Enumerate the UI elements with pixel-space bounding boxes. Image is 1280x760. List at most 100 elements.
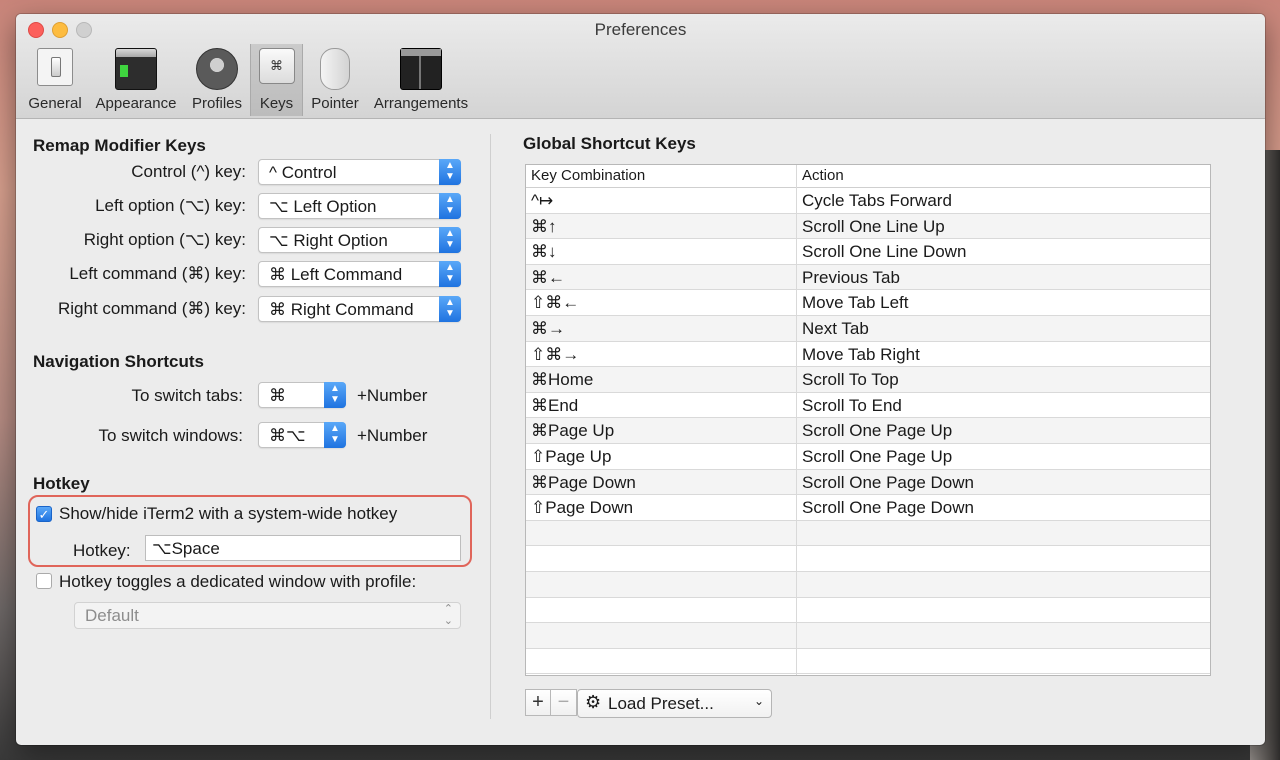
show-hide-checkbox[interactable]: ✓ <box>36 506 52 522</box>
key-combination-cell: ⌘Page Up <box>531 421 615 441</box>
popup-value: ⌘ Right Command <box>269 300 414 319</box>
add-shortcut-button[interactable]: + <box>525 689 551 716</box>
toolbar-label: Arrangements <box>373 95 469 112</box>
table-row[interactable]: ⌘Page Down Scroll One Page Down <box>526 469 1210 496</box>
popup-value: ⌘ Left Command <box>269 265 403 284</box>
right-command-label: Right command (⌘) key: <box>58 299 246 318</box>
hotkey-heading: Hotkey <box>33 474 90 493</box>
empty-table-row[interactable] <box>526 598 1210 624</box>
toolbar-pointer[interactable]: Pointer <box>306 44 364 116</box>
pointer-mouse-icon <box>320 48 350 90</box>
table-row[interactable]: ⌘Page Up Scroll One Page Up <box>526 418 1210 444</box>
toolbar-label: Keys <box>259 95 294 112</box>
stepper-icon: ▲ ▼ <box>439 261 461 287</box>
table-header: Key Combination Action <box>526 165 1210 188</box>
profiles-icon <box>196 48 238 90</box>
popup-value: ⌥ Right Option <box>269 231 388 250</box>
control-key-popup[interactable]: ^ Control ▲ ▼ <box>258 159 461 185</box>
key-combination-cell: ⌘Home <box>531 370 594 390</box>
stepper-icon: ▲ ▼ <box>439 227 461 253</box>
stepper-icon: ▲ ▼ <box>439 193 461 219</box>
show-hide-label: Show/hide iTerm2 with a system-wide hotk… <box>59 504 398 523</box>
arrangements-icon <box>400 48 442 90</box>
empty-table-row[interactable] <box>526 546 1210 572</box>
keys-icon: ⌘ <box>258 48 295 84</box>
action-cell: Next Tab <box>802 319 869 338</box>
toolbar-label: Pointer <box>311 95 359 112</box>
key-combination-cell: ⌘↑ <box>531 216 557 236</box>
right-option-label: Right option (⌥) key: <box>83 230 246 249</box>
stepper-icon: ▲ ▼ <box>439 296 461 322</box>
hotkey-field-label: Hotkey: <box>73 541 131 560</box>
hotkey-field[interactable]: ⌥Space <box>145 535 461 561</box>
load-preset-button[interactable]: ⚙ Load Preset... ⌄ <box>577 689 772 718</box>
table-row[interactable]: ⇧Page Down Scroll One Page Down <box>526 495 1210 521</box>
table-row[interactable]: ^↦ Cycle Tabs Forward <box>526 188 1210 214</box>
gear-icon: ⚙ <box>585 692 602 712</box>
table-row[interactable]: ⇧⌘← Move Tab Left <box>526 290 1210 316</box>
popup-value: ⌥ Left Option <box>269 197 377 216</box>
general-switch-icon <box>37 48 73 86</box>
action-cell: Move Tab Left <box>802 293 909 313</box>
key-combination-cell: ⌘← <box>531 267 565 287</box>
table-row[interactable]: ⌘→ Next Tab <box>526 316 1210 342</box>
action-cell: Scroll To End <box>802 395 902 415</box>
table-row[interactable]: ⌘↓ Scroll One Line Down <box>526 239 1210 265</box>
key-combination-cell: ^↦ <box>531 191 554 210</box>
profile-popup[interactable]: Default ⌃ ⌄ <box>74 602 461 629</box>
key-combination-cell: ⌘End <box>531 395 579 415</box>
left-command-popup[interactable]: ⌘ Left Command ▲ ▼ <box>258 261 461 287</box>
switch-windows-label: To switch windows: <box>98 426 243 445</box>
toolbar-label: General <box>28 95 82 112</box>
action-cell: Scroll To Top <box>802 370 899 390</box>
key-combination-cell: ⇧Page Up <box>531 447 612 466</box>
switch-windows-suffix: +Number <box>357 426 428 445</box>
switch-windows-popup[interactable]: ⌘⌥ ▲ ▼ <box>258 422 346 448</box>
empty-table-row[interactable] <box>526 520 1210 547</box>
table-row[interactable]: ⌘End Scroll To End <box>526 393 1210 419</box>
switch-tabs-label: To switch tabs: <box>131 386 244 405</box>
key-combination-cell: ⌘Page Down <box>531 472 636 492</box>
table-row[interactable]: ⇧Page Up Scroll One Page Up <box>526 444 1210 470</box>
toolbar-keys[interactable]: ⌘ Keys <box>250 44 303 116</box>
action-cell: Scroll One Page Up <box>802 421 953 441</box>
remap-heading: Remap Modifier Keys <box>33 136 206 155</box>
key-combination-cell: ⇧⌘← <box>531 293 580 313</box>
titlebar: Preferences General Appearance Profiles … <box>16 14 1265 119</box>
hotkey-value: ⌥Space <box>152 539 220 558</box>
chevron-updown-icon: ⌃ ⌄ <box>443 603 453 627</box>
pane-divider <box>490 134 491 719</box>
empty-table-row[interactable] <box>526 649 1210 675</box>
empty-table-row[interactable] <box>526 572 1210 598</box>
column-action[interactable]: Action <box>802 167 844 184</box>
table-row[interactable]: ⌘Home Scroll To Top <box>526 367 1210 393</box>
action-cell: Scroll One Page Up <box>802 447 953 466</box>
shortcut-table[interactable]: Key Combination Action ^↦ Cycle Tabs Forw… <box>525 164 1211 676</box>
key-combination-cell: ⌘→ <box>531 319 565 338</box>
toolbar-label: Profiles <box>191 95 243 112</box>
global-shortcuts-heading: Global Shortcut Keys <box>523 134 696 153</box>
remove-shortcut-button[interactable]: − <box>551 689 577 716</box>
toolbar-general[interactable]: General <box>24 44 86 116</box>
appearance-icon <box>115 48 157 90</box>
left-option-popup[interactable]: ⌥ Left Option ▲ ▼ <box>258 193 461 219</box>
action-cell: Previous Tab <box>802 267 900 287</box>
right-option-popup[interactable]: ⌥ Right Option ▲ ▼ <box>258 227 461 253</box>
toolbar-profiles[interactable]: Profiles <box>186 44 248 116</box>
toolbar-arrangements[interactable]: Arrangements <box>368 44 474 116</box>
table-row[interactable]: ⌘↑ Scroll One Line Up <box>526 213 1210 240</box>
toolbar-appearance[interactable]: Appearance <box>90 44 182 116</box>
load-preset-label: Load Preset... <box>608 694 714 713</box>
toolbar-label: Appearance <box>95 95 177 112</box>
chevron-down-icon: ⌄ <box>753 694 764 708</box>
switch-tabs-popup[interactable]: ⌘ ▲ ▼ <box>258 382 346 408</box>
action-cell: Scroll One Line Up <box>802 216 945 236</box>
dedicated-window-checkbox[interactable] <box>36 573 52 589</box>
switch-tabs-suffix: +Number <box>357 386 428 405</box>
right-command-popup[interactable]: ⌘ Right Command ▲ ▼ <box>258 296 461 322</box>
table-row[interactable]: ⌘← Previous Tab <box>526 264 1210 291</box>
empty-table-row[interactable] <box>526 623 1210 649</box>
table-row[interactable]: ⇧⌘→ Move Tab Right <box>526 342 1210 368</box>
action-cell: Move Tab Right <box>802 344 920 364</box>
column-key-combination[interactable]: Key Combination <box>531 167 645 184</box>
